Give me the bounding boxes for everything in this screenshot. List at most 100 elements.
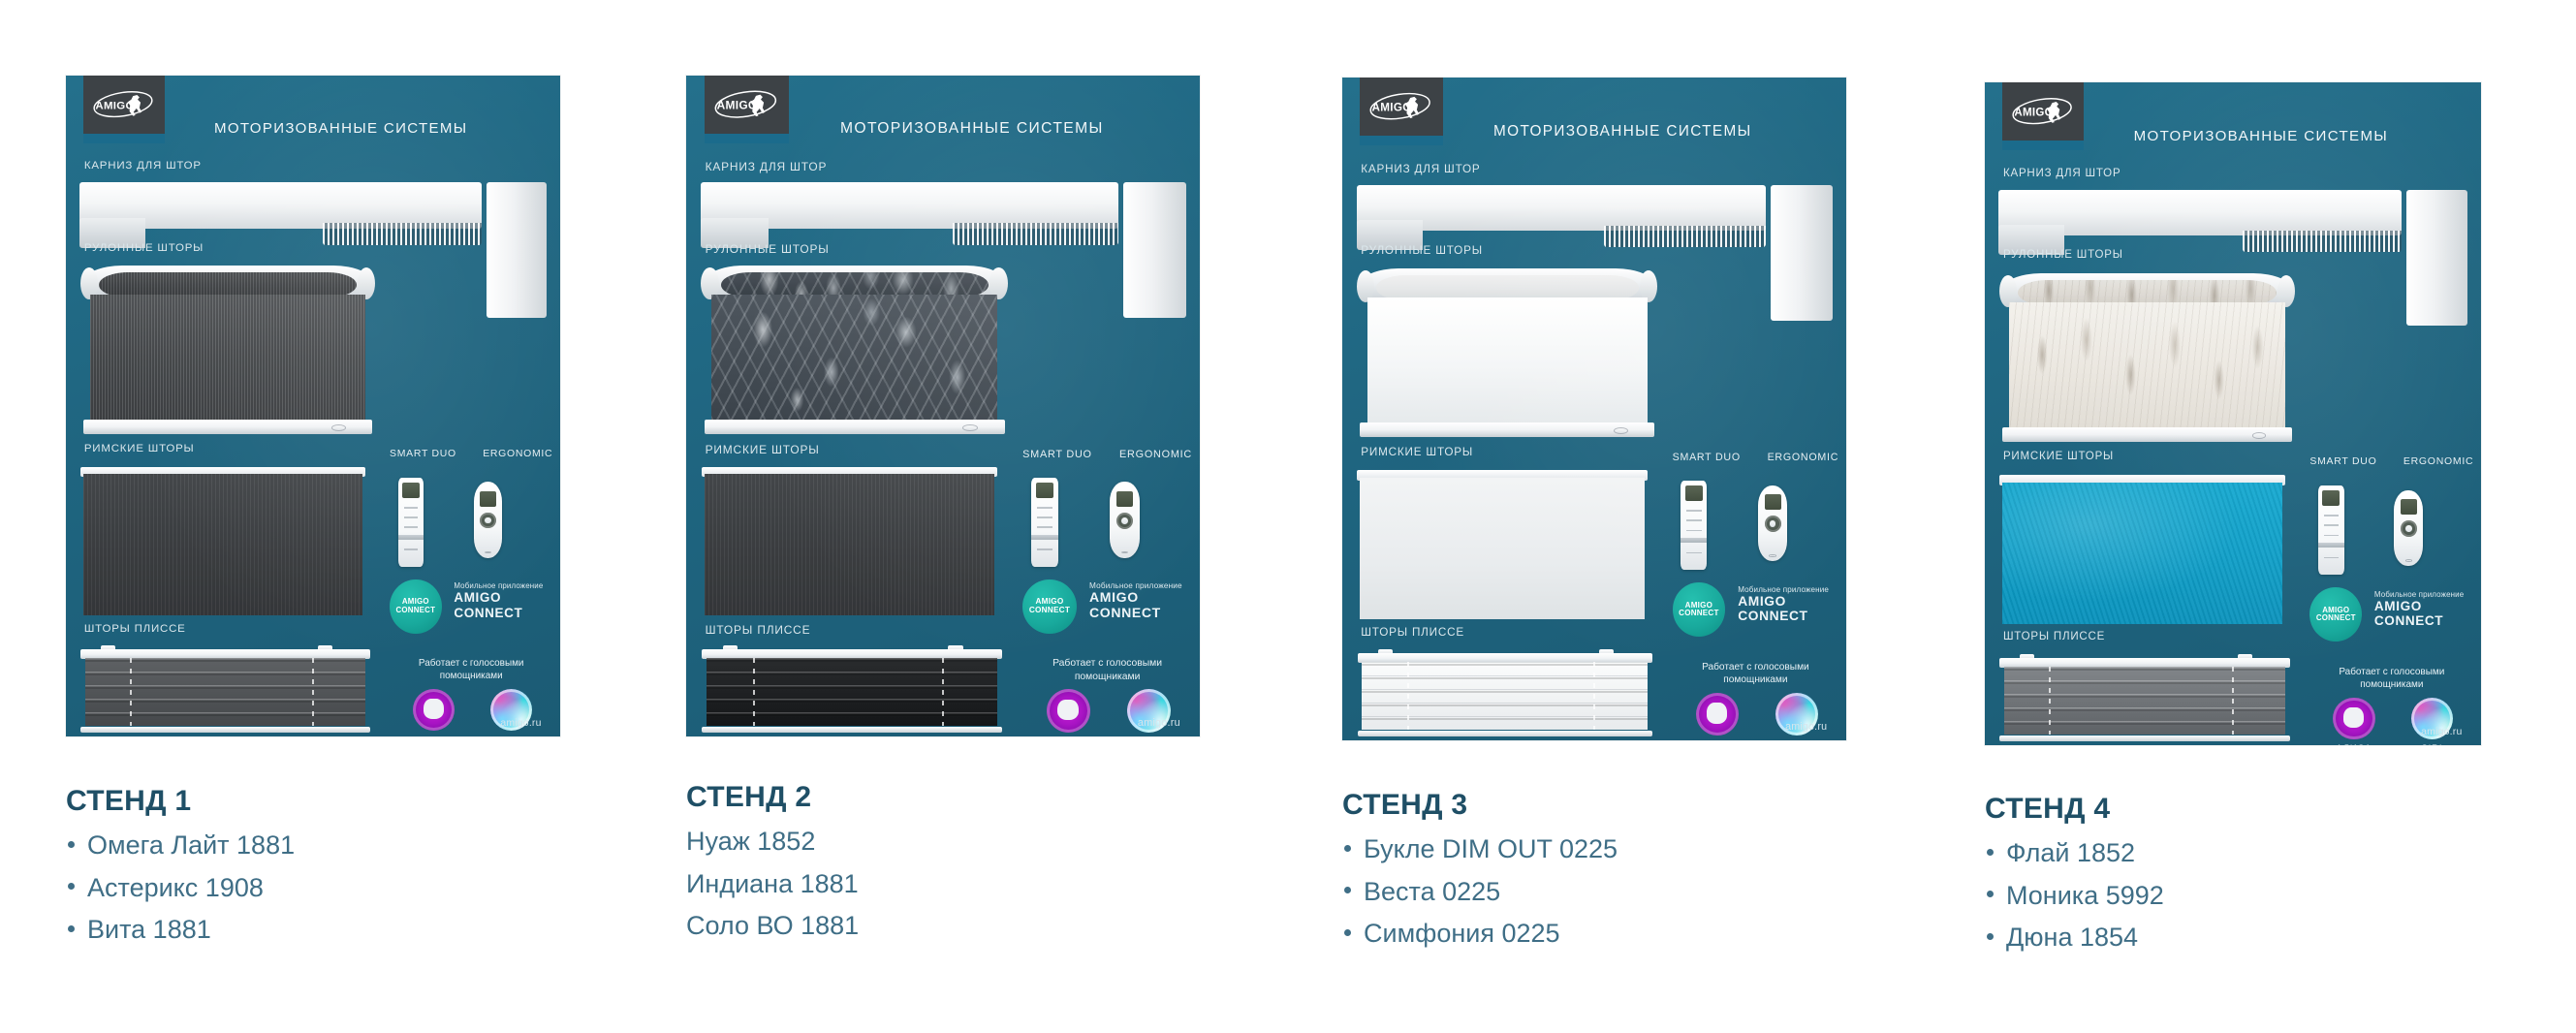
board-title: МОТОРИЗОВАННЫЕ СИСТЕМЫ <box>840 120 1104 138</box>
fabric-list-item[interactable]: Симфония 0225 <box>1342 913 1904 955</box>
pleat-bottom-rail <box>80 726 370 733</box>
fabric-list-item[interactable]: Соло ВО 1881 <box>686 905 1258 948</box>
fabric-list-item[interactable]: Моника 5992 <box>1985 875 2539 918</box>
rail-vertical <box>1122 182 1186 319</box>
stand-caption-4: СТЕНД 4 Флай 1852 Моника 5992 Дюна 1854 <box>1985 793 2539 959</box>
roller-bar-logo-icon <box>962 423 978 431</box>
voice-assistant-alisa[interactable]: АЛИСА <box>1695 692 1739 740</box>
list-bullet <box>1987 891 1994 898</box>
remote-scroll-wheel[interactable] <box>2400 520 2417 537</box>
remote-button-line <box>1686 551 1702 554</box>
pleated-blind[interactable] <box>80 644 370 733</box>
amigo-connect-badge-line2: CONNECT <box>1028 605 1071 614</box>
section-label-roman: РИМСКИЕ ШТОРЫ <box>83 443 195 455</box>
amigo-connect-text: Мобильное приложение AMIGO CONNECT <box>1089 581 1182 620</box>
pleat-cord-left <box>2049 667 2052 735</box>
pleated-blind[interactable] <box>1357 648 1652 736</box>
list-bullet <box>1987 933 1994 941</box>
smart-duo-remote[interactable] <box>2318 485 2344 576</box>
list-bullet <box>68 840 75 848</box>
roller-blind[interactable] <box>1357 267 1658 438</box>
voice-assistant-alisa[interactable]: АЛИСА <box>2333 697 2375 745</box>
voice-assistant-alisa[interactable]: АЛИСА <box>412 688 455 736</box>
section-label-cornice: КАРНИЗ ДЛЯ ШТОР <box>83 160 202 172</box>
fabric-list-item[interactable]: Астерикс 1908 <box>66 867 618 910</box>
remote-label-smart-duo-remote: SMART DUO <box>1022 449 1092 461</box>
fabric-list-item[interactable]: Дюна 1854 <box>1985 917 2539 959</box>
site-url[interactable]: amigo.ru <box>1785 721 1827 733</box>
remote-scroll-wheel[interactable] <box>1116 512 1134 529</box>
roller-bottom-bar <box>2001 426 2293 443</box>
stand-title: СТЕНД 2 <box>686 781 812 813</box>
pleated-blind[interactable] <box>701 644 1002 733</box>
voice-assistant-siri[interactable]: SIRI <box>489 688 533 736</box>
fabric-list-item[interactable]: Омега Лайт 1881 <box>66 825 618 867</box>
fabric-list-item[interactable]: Букле DIM OUT 0225 <box>1342 829 1904 871</box>
ergonomic-remote[interactable] <box>1758 485 1788 562</box>
voice-assistants-title: Работает с голосовыми помощниками <box>1702 661 1809 686</box>
voice-assistant-siri[interactable]: SIRI <box>1775 692 1818 740</box>
stand-board[interactable]: AMIGO МОТОРИЗОВАННЫЕ СИСТЕМЫ КАРНИЗ ДЛЯ ШТ… <box>1985 82 2481 745</box>
remote-scroll-wheel[interactable] <box>480 512 496 529</box>
pleat-bottom-rail <box>701 726 1002 733</box>
amigo-logo: AMIGO <box>82 76 165 135</box>
fabric-list-item[interactable]: Вита 1881 <box>66 909 618 952</box>
roman-blind[interactable] <box>1999 474 2286 624</box>
remote-logo-icon <box>1769 554 1776 557</box>
ergonomic-remote[interactable] <box>473 482 503 558</box>
roman-blind[interactable] <box>1357 469 1648 619</box>
section-label-roman: РИМСКИЕ ШТОРЫ <box>2002 451 2115 463</box>
stands-gallery: AMIGO МОТОРИЗОВАННЫЕ СИСТЕМЫ КАРНИЗ ДЛЯ ШТ… <box>0 0 2576 1033</box>
voice-assistant-siri[interactable]: SIRI <box>2410 697 2454 745</box>
pleat-cord-right <box>1592 662 1595 730</box>
roman-fabric <box>704 474 994 616</box>
roller-blind[interactable] <box>701 266 1008 435</box>
stand-board[interactable]: AMIGO МОТОРИЗОВАННЫЕ СИСТЕМЫ КАРНИЗ ДЛЯ ШТ… <box>1342 78 1846 740</box>
pleat-body <box>2003 667 2286 735</box>
ergonomic-remote[interactable] <box>2394 489 2424 567</box>
remote-scroll-wheel[interactable] <box>1764 516 1781 532</box>
stand-board[interactable]: AMIGO МОТОРИЗОВАННЫЕ СИСТЕМЫ КАРНИЗ ДЛЯ ШТ… <box>66 76 560 736</box>
roller-bottom-bar <box>1360 422 1655 438</box>
roller-blind[interactable] <box>1998 272 2296 443</box>
fabric-list-item[interactable]: Флай 1852 <box>1985 832 2539 875</box>
amigo-connect-kicker: Мобильное приложение <box>2373 589 2465 599</box>
amigo-logo-underbar <box>1360 136 1443 145</box>
fabric-list-item[interactable]: Веста 0225 <box>1342 871 1904 914</box>
pleated-blind[interactable] <box>1999 653 2290 741</box>
section-label-pleated: ШТОРЫ ПЛИССЕ <box>705 622 811 637</box>
stand-card-2: AMIGO МОТОРИЗОВАННЫЕ СИСТЕМЫ КАРНИЗ ДЛЯ ШТ… <box>686 76 1200 736</box>
roller-fabric <box>711 294 997 420</box>
voice-assistant-alisa[interactable]: АЛИСА <box>1046 688 1090 736</box>
site-url[interactable]: amigo.ru <box>2421 727 2462 737</box>
smart-duo-remote[interactable] <box>397 477 424 567</box>
smart-duo-remote[interactable] <box>1031 477 1058 567</box>
site-url[interactable]: amigo.ru <box>500 718 541 729</box>
section-label-roller: РУЛОННЫЕ ШТОРЫ <box>1361 244 1483 258</box>
fabric-list-item[interactable]: Индиана 1881 <box>686 863 1258 906</box>
remote-screen <box>2400 499 2417 515</box>
stand-caption-2: СТЕНД 2 Нуаж 1852 Индиана 1881 Соло ВО 1881 <box>686 781 1258 948</box>
roller-fabric <box>2009 301 2285 427</box>
roman-fabric <box>2001 482 2283 624</box>
fabric-name: Дюна 1854 <box>2006 923 2139 953</box>
fabric-list-item[interactable]: Нуаж 1852 <box>686 821 1258 863</box>
stand-board[interactable]: AMIGO МОТОРИЗОВАННЫЕ СИСТЕМЫ КАРНИЗ ДЛЯ ШТ… <box>686 76 1200 736</box>
voice-assistant-siri[interactable]: SIRI <box>1127 688 1172 736</box>
roller-blind[interactable] <box>79 266 376 435</box>
ergonomic-remote[interactable] <box>1110 482 1140 558</box>
stand-caption-1: СТЕНД 1 Омега Лайт 1881 Астерикс 1908 Вита … <box>66 785 618 952</box>
fabric-name: Букле DIM OUT 0225 <box>1364 834 1618 863</box>
stand-card-4: AMIGO МОТОРИЗОВАННЫЕ СИСТЕМЫ КАРНИЗ ДЛЯ ШТ… <box>1985 82 2481 745</box>
roman-blind[interactable] <box>701 466 997 616</box>
voice-assistants-title: Работает с голосовыми помощниками <box>2339 666 2445 691</box>
section-label-cornice: КАРНИЗ ДЛЯ ШТОР <box>705 160 828 174</box>
site-url[interactable]: amigo.ru <box>1138 717 1180 729</box>
smart-duo-remote[interactable] <box>1681 480 1708 571</box>
roman-fabric <box>82 474 362 616</box>
stand-card-3: AMIGO МОТОРИЗОВАННЫЕ СИСТЕМЫ КАРНИЗ ДЛЯ ШТ… <box>1342 78 1846 740</box>
amigo-logo-underbar <box>2001 141 2085 150</box>
remote-button-line <box>1686 510 1702 512</box>
roller-fabric <box>1367 297 1648 423</box>
roman-blind[interactable] <box>79 466 365 616</box>
